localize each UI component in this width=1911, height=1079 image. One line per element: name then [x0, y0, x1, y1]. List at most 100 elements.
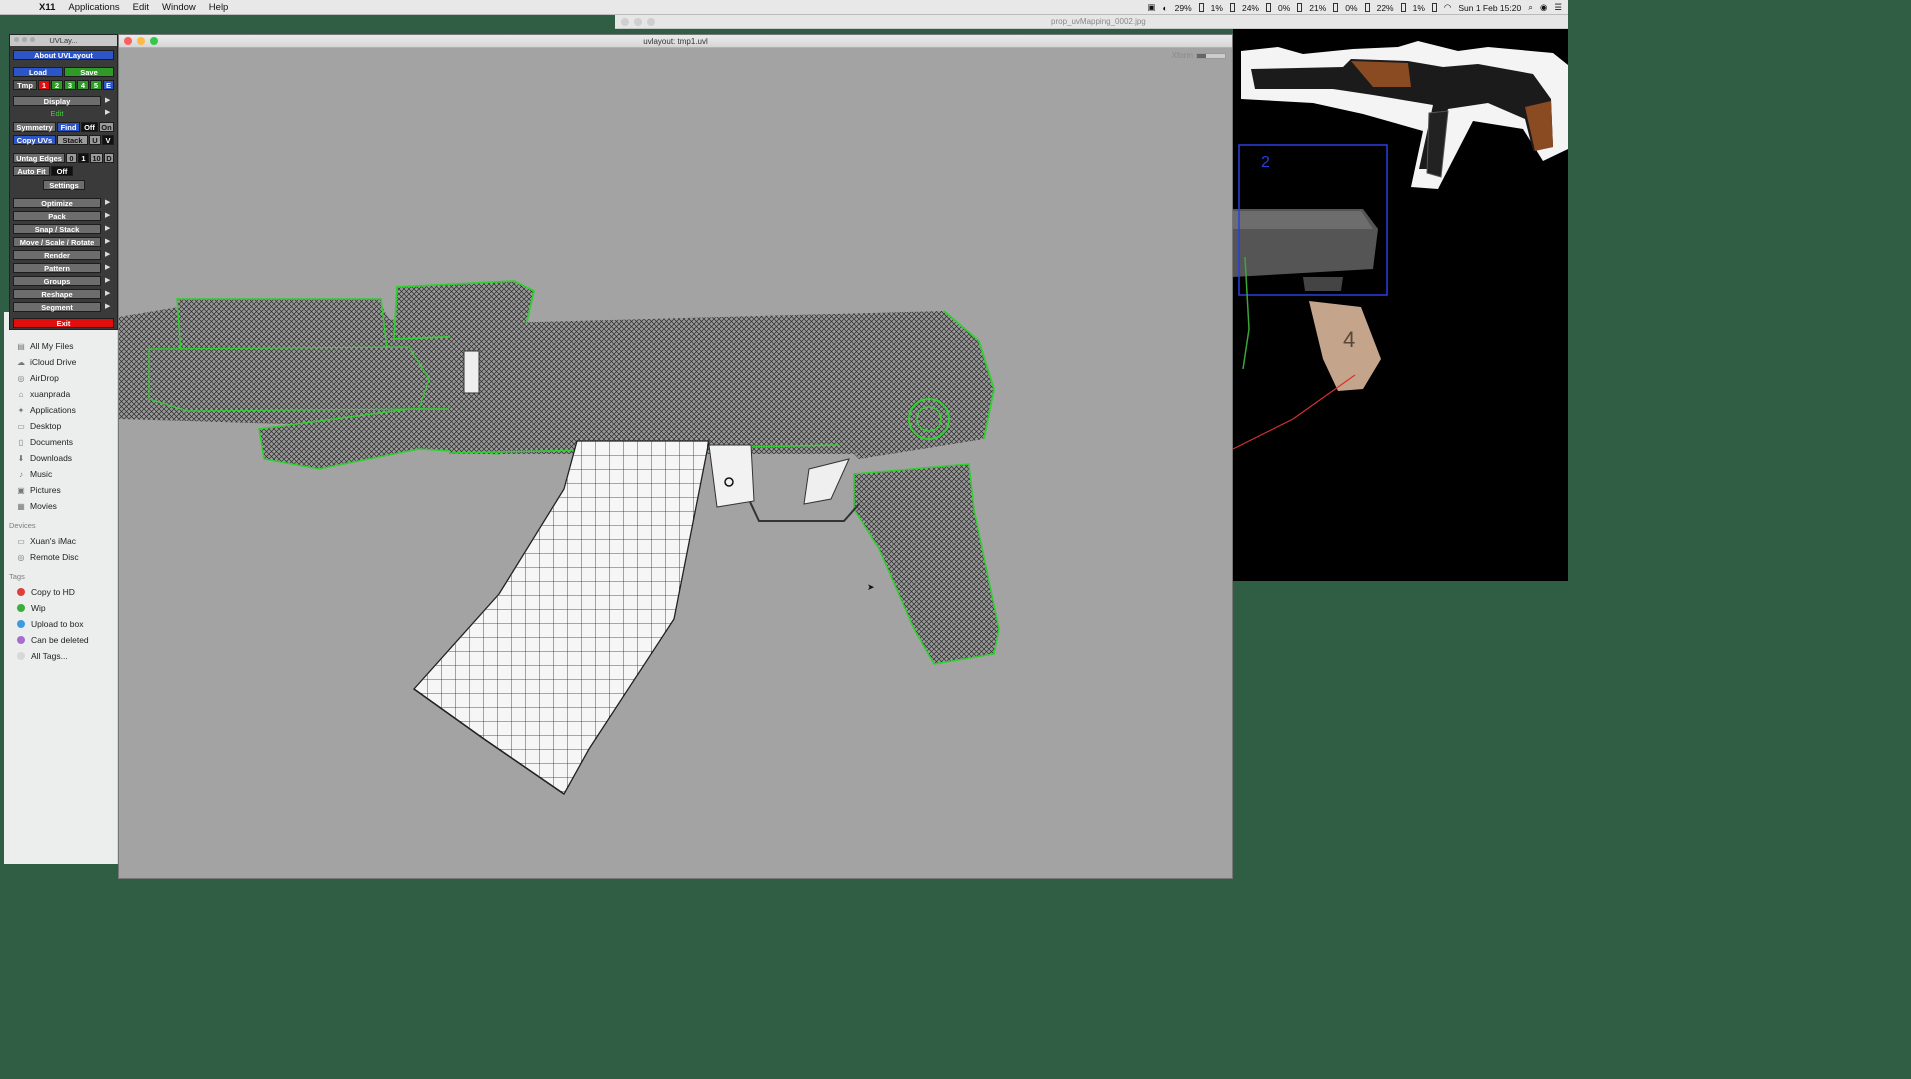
clock[interactable]: Sun 1 Feb 15:20 [1458, 3, 1521, 13]
groups-menu-button[interactable]: Groups [13, 276, 101, 286]
close-button[interactable] [124, 37, 132, 45]
symmetry-on-button[interactable]: On [99, 122, 114, 132]
sidebar-item-desktop[interactable]: ▭ Desktop [4, 418, 117, 434]
list-icon[interactable]: ☰ [1554, 2, 1562, 13]
save-button[interactable]: Save [64, 67, 114, 77]
wifi-icon[interactable]: ◠ [1444, 2, 1451, 13]
sidebar-item-imac[interactable]: ▭ Xuan's iMac [4, 533, 117, 549]
tag-dot-icon [17, 588, 25, 596]
disc-icon: ◎ [17, 552, 25, 562]
segment-menu-button[interactable]: Segment [13, 302, 101, 312]
user-icon[interactable]: ◉ [1540, 2, 1547, 13]
zoom-button[interactable] [30, 37, 35, 42]
window-controls [621, 18, 655, 26]
expand-arrow-icon: ▶ [105, 109, 111, 116]
uv-3d-viewport[interactable]: ➤ [119, 49, 1232, 878]
tmp-slot-5[interactable]: 5 [90, 80, 102, 90]
sidebar-item-airdrop[interactable]: ◎ AirDrop [4, 370, 117, 386]
expand-arrow-icon: ▶ [105, 251, 111, 258]
exit-button[interactable]: Exit [13, 318, 114, 328]
snap-stack-menu-button[interactable]: Snap / Stack [13, 224, 101, 234]
pattern-menu-button[interactable]: Pattern [13, 263, 101, 273]
edge-10-button[interactable]: 10 [90, 153, 103, 163]
tmp-slot-e[interactable]: E [103, 80, 114, 90]
tag-upload-to-box[interactable]: Upload to box [4, 616, 117, 632]
meter-icon[interactable]: ◐ [1163, 3, 1168, 13]
u-button[interactable]: U [89, 135, 101, 145]
sidebar-item-label: Pictures [30, 485, 61, 495]
menu-help[interactable]: Help [209, 2, 229, 13]
mouse-cursor-icon: ➤ [867, 582, 875, 592]
untag-edges-button[interactable]: Untag Edges [13, 153, 65, 163]
panel-titlebar[interactable]: UVLay... [10, 35, 117, 46]
pack-menu-button[interactable]: Pack [13, 211, 101, 221]
reference-image: 2 4 [1233, 29, 1568, 581]
reshape-menu-button[interactable]: Reshape [13, 289, 101, 299]
edge-0-button[interactable]: 0 [66, 153, 77, 163]
sidebar-item-downloads[interactable]: ⬇ Downloads [4, 450, 117, 466]
tag-label: Wip [31, 603, 46, 613]
edge-1-button[interactable]: 1 [78, 153, 89, 163]
rifle-mesh[interactable] [119, 280, 1000, 795]
gauge-icon [1400, 3, 1406, 12]
render-menu-button[interactable]: Render [13, 250, 101, 260]
gauge-icon [1265, 3, 1271, 12]
optimize-menu-button[interactable]: Optimize [13, 198, 101, 208]
sidebar-item-music[interactable]: ♪ Music [4, 466, 117, 482]
edge-d-button[interactable]: D [104, 153, 114, 163]
settings-button[interactable]: Settings [43, 180, 85, 190]
edit-mode-label[interactable]: Edit [13, 108, 101, 118]
desktop-icon: ▭ [17, 421, 25, 431]
move-scale-rotate-menu-button[interactable]: Move / Scale / Rotate [13, 237, 101, 247]
uv-window-titlebar[interactable]: uvlayout: tmp1.uvl [119, 35, 1232, 48]
menu-window[interactable]: Window [162, 2, 196, 13]
sidebar-item-remote-disc[interactable]: ◎ Remote Disc [4, 549, 117, 565]
load-button[interactable]: Load [13, 67, 63, 77]
about-uvlayout-button[interactable]: About UVLayout [13, 50, 114, 60]
tag-can-be-deleted[interactable]: Can be deleted [4, 632, 117, 648]
zoom-button[interactable] [150, 37, 158, 45]
minimize-button[interactable] [22, 37, 27, 42]
zoom-button[interactable] [647, 18, 655, 26]
sidebar-item-movies[interactable]: ▦ Movies [4, 498, 117, 514]
auto-fit-label: Auto Fit [13, 166, 50, 176]
screen-icon[interactable]: ▣ [1147, 2, 1155, 13]
tmp-slot-1[interactable]: 1 [38, 80, 50, 90]
menu-applications[interactable]: Applications [68, 2, 119, 13]
close-button[interactable] [621, 18, 629, 26]
copy-uvs-button[interactable]: Copy UVs [13, 135, 56, 145]
cpu-reading-7: 22% [1376, 2, 1394, 13]
cpu-reading-2: 1% [1210, 2, 1223, 13]
sidebar-item-applications[interactable]: ✦ Applications [4, 402, 117, 418]
stack-button[interactable]: Stack [57, 135, 88, 145]
cpu-reading-1: 29% [1174, 2, 1192, 13]
expand-arrow-icon: ▶ [105, 303, 111, 310]
minimize-button[interactable] [634, 18, 642, 26]
sidebar-item-pictures[interactable]: ▣ Pictures [4, 482, 117, 498]
symmetry-off-button[interactable]: Off [81, 122, 98, 132]
minimize-button[interactable] [137, 37, 145, 45]
panel-title: UVLay... [49, 36, 78, 45]
tmp-slot-2[interactable]: 2 [51, 80, 63, 90]
menu-edit[interactable]: Edit [133, 2, 149, 13]
tmp-slot-4[interactable]: 4 [77, 80, 89, 90]
menu-app-name[interactable]: X11 [39, 2, 55, 13]
v-button[interactable]: V [102, 135, 114, 145]
sidebar-item-all-my-files[interactable]: ▤ All My Files [4, 338, 117, 354]
image-viewer-titlebar[interactable]: prop_uvMapping_0002.jpg [615, 15, 1568, 29]
tag-wip[interactable]: Wip [4, 600, 117, 616]
sidebar-item-icloud-drive[interactable]: ☁ iCloud Drive [4, 354, 117, 370]
documents-icon: ▯ [18, 437, 24, 447]
tag-copy-to-hd[interactable]: Copy to HD [4, 584, 117, 600]
auto-fit-toggle[interactable]: Off [51, 166, 73, 176]
all-files-icon: ▤ [17, 341, 25, 351]
sidebar-item-documents[interactable]: ▯ Documents [4, 434, 117, 450]
search-icon[interactable]: ⌕ [1528, 2, 1533, 13]
tag-label: Upload to box [31, 619, 84, 629]
tag-all-tags[interactable]: All Tags... [4, 648, 117, 664]
symmetry-find-button[interactable]: Find [57, 122, 80, 132]
tmp-slot-3[interactable]: 3 [64, 80, 76, 90]
display-menu-button[interactable]: Display [13, 96, 101, 106]
close-button[interactable] [14, 37, 19, 42]
sidebar-item-home[interactable]: ⌂ xuanprada [4, 386, 117, 402]
